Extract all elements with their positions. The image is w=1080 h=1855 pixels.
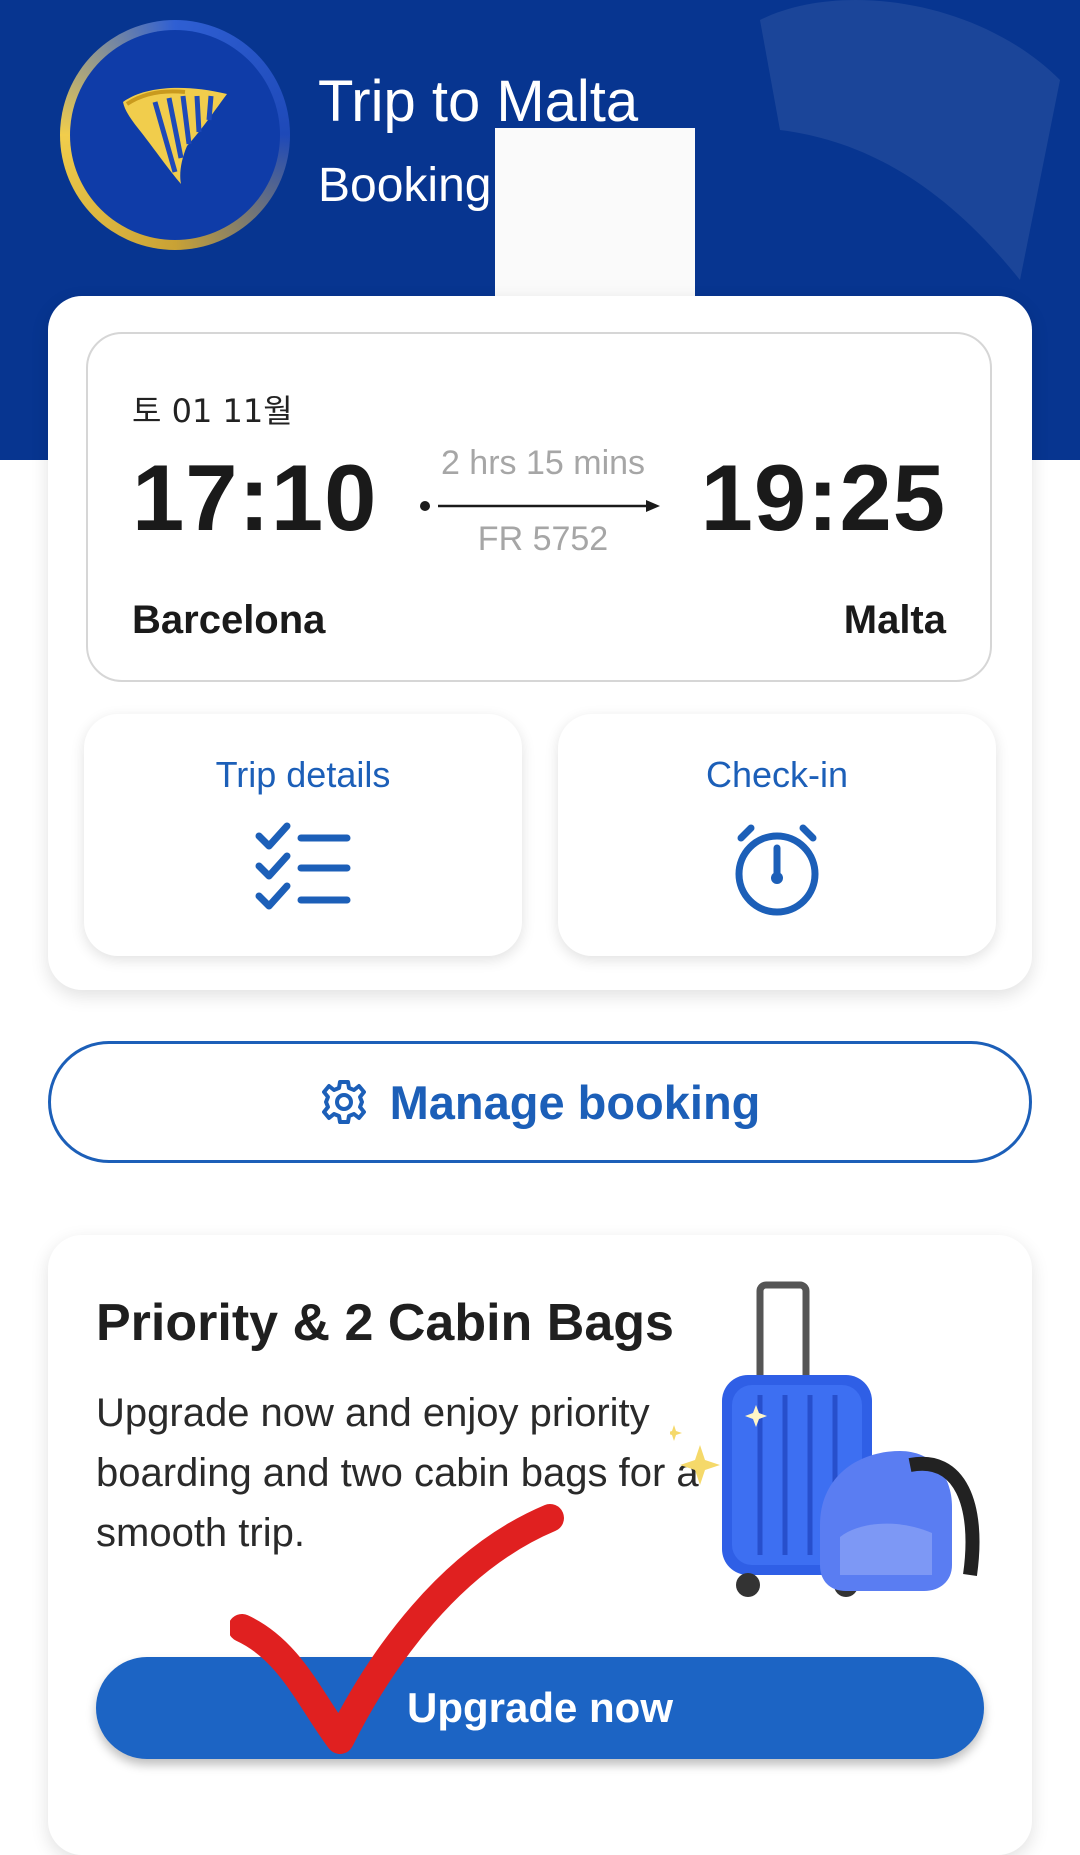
trip-details-label: Trip details: [215, 754, 391, 795]
ryanair-harp-icon: [123, 87, 227, 184]
flight-date: 토 01 11월: [132, 392, 293, 430]
check-in-button[interactable]: Check-in: [558, 714, 996, 956]
promo-title: Priority & 2 Cabin Bags: [96, 1294, 674, 1352]
checklist-icon: [255, 822, 351, 910]
luggage-illustration: [670, 1281, 980, 1597]
arrival-city: Malta: [843, 598, 946, 642]
red-checkmark-annotation: [230, 1504, 564, 1754]
departure-city: Barcelona: [132, 598, 326, 642]
flight-summary[interactable]: 토 01 11월 17:10 2 hrs 15 mins FR 5752 19:…: [86, 332, 992, 682]
route-arrow-icon: [420, 500, 660, 512]
flight-duration: 2 hrs 15 mins: [440, 444, 646, 482]
flight-card: 토 01 11월 17:10 2 hrs 15 mins FR 5752 19:…: [48, 296, 1032, 990]
gear-icon: [321, 1080, 366, 1124]
arrival-time: 19:25: [700, 445, 946, 550]
trip-title: Trip to Malta: [318, 69, 639, 134]
check-in-label: Check-in: [705, 754, 849, 795]
stopwatch-icon: [735, 824, 819, 916]
booking-subtitle: Booking: [318, 159, 492, 212]
harp-watermark-icon: [760, 0, 1060, 280]
departure-time: 17:10: [132, 445, 378, 550]
manage-booking-label: Manage booking: [389, 1075, 761, 1129]
trip-details-button[interactable]: Trip details: [84, 714, 522, 956]
manage-booking-button[interactable]: Manage booking: [48, 1041, 1032, 1163]
flight-number: FR 5752: [477, 520, 609, 558]
